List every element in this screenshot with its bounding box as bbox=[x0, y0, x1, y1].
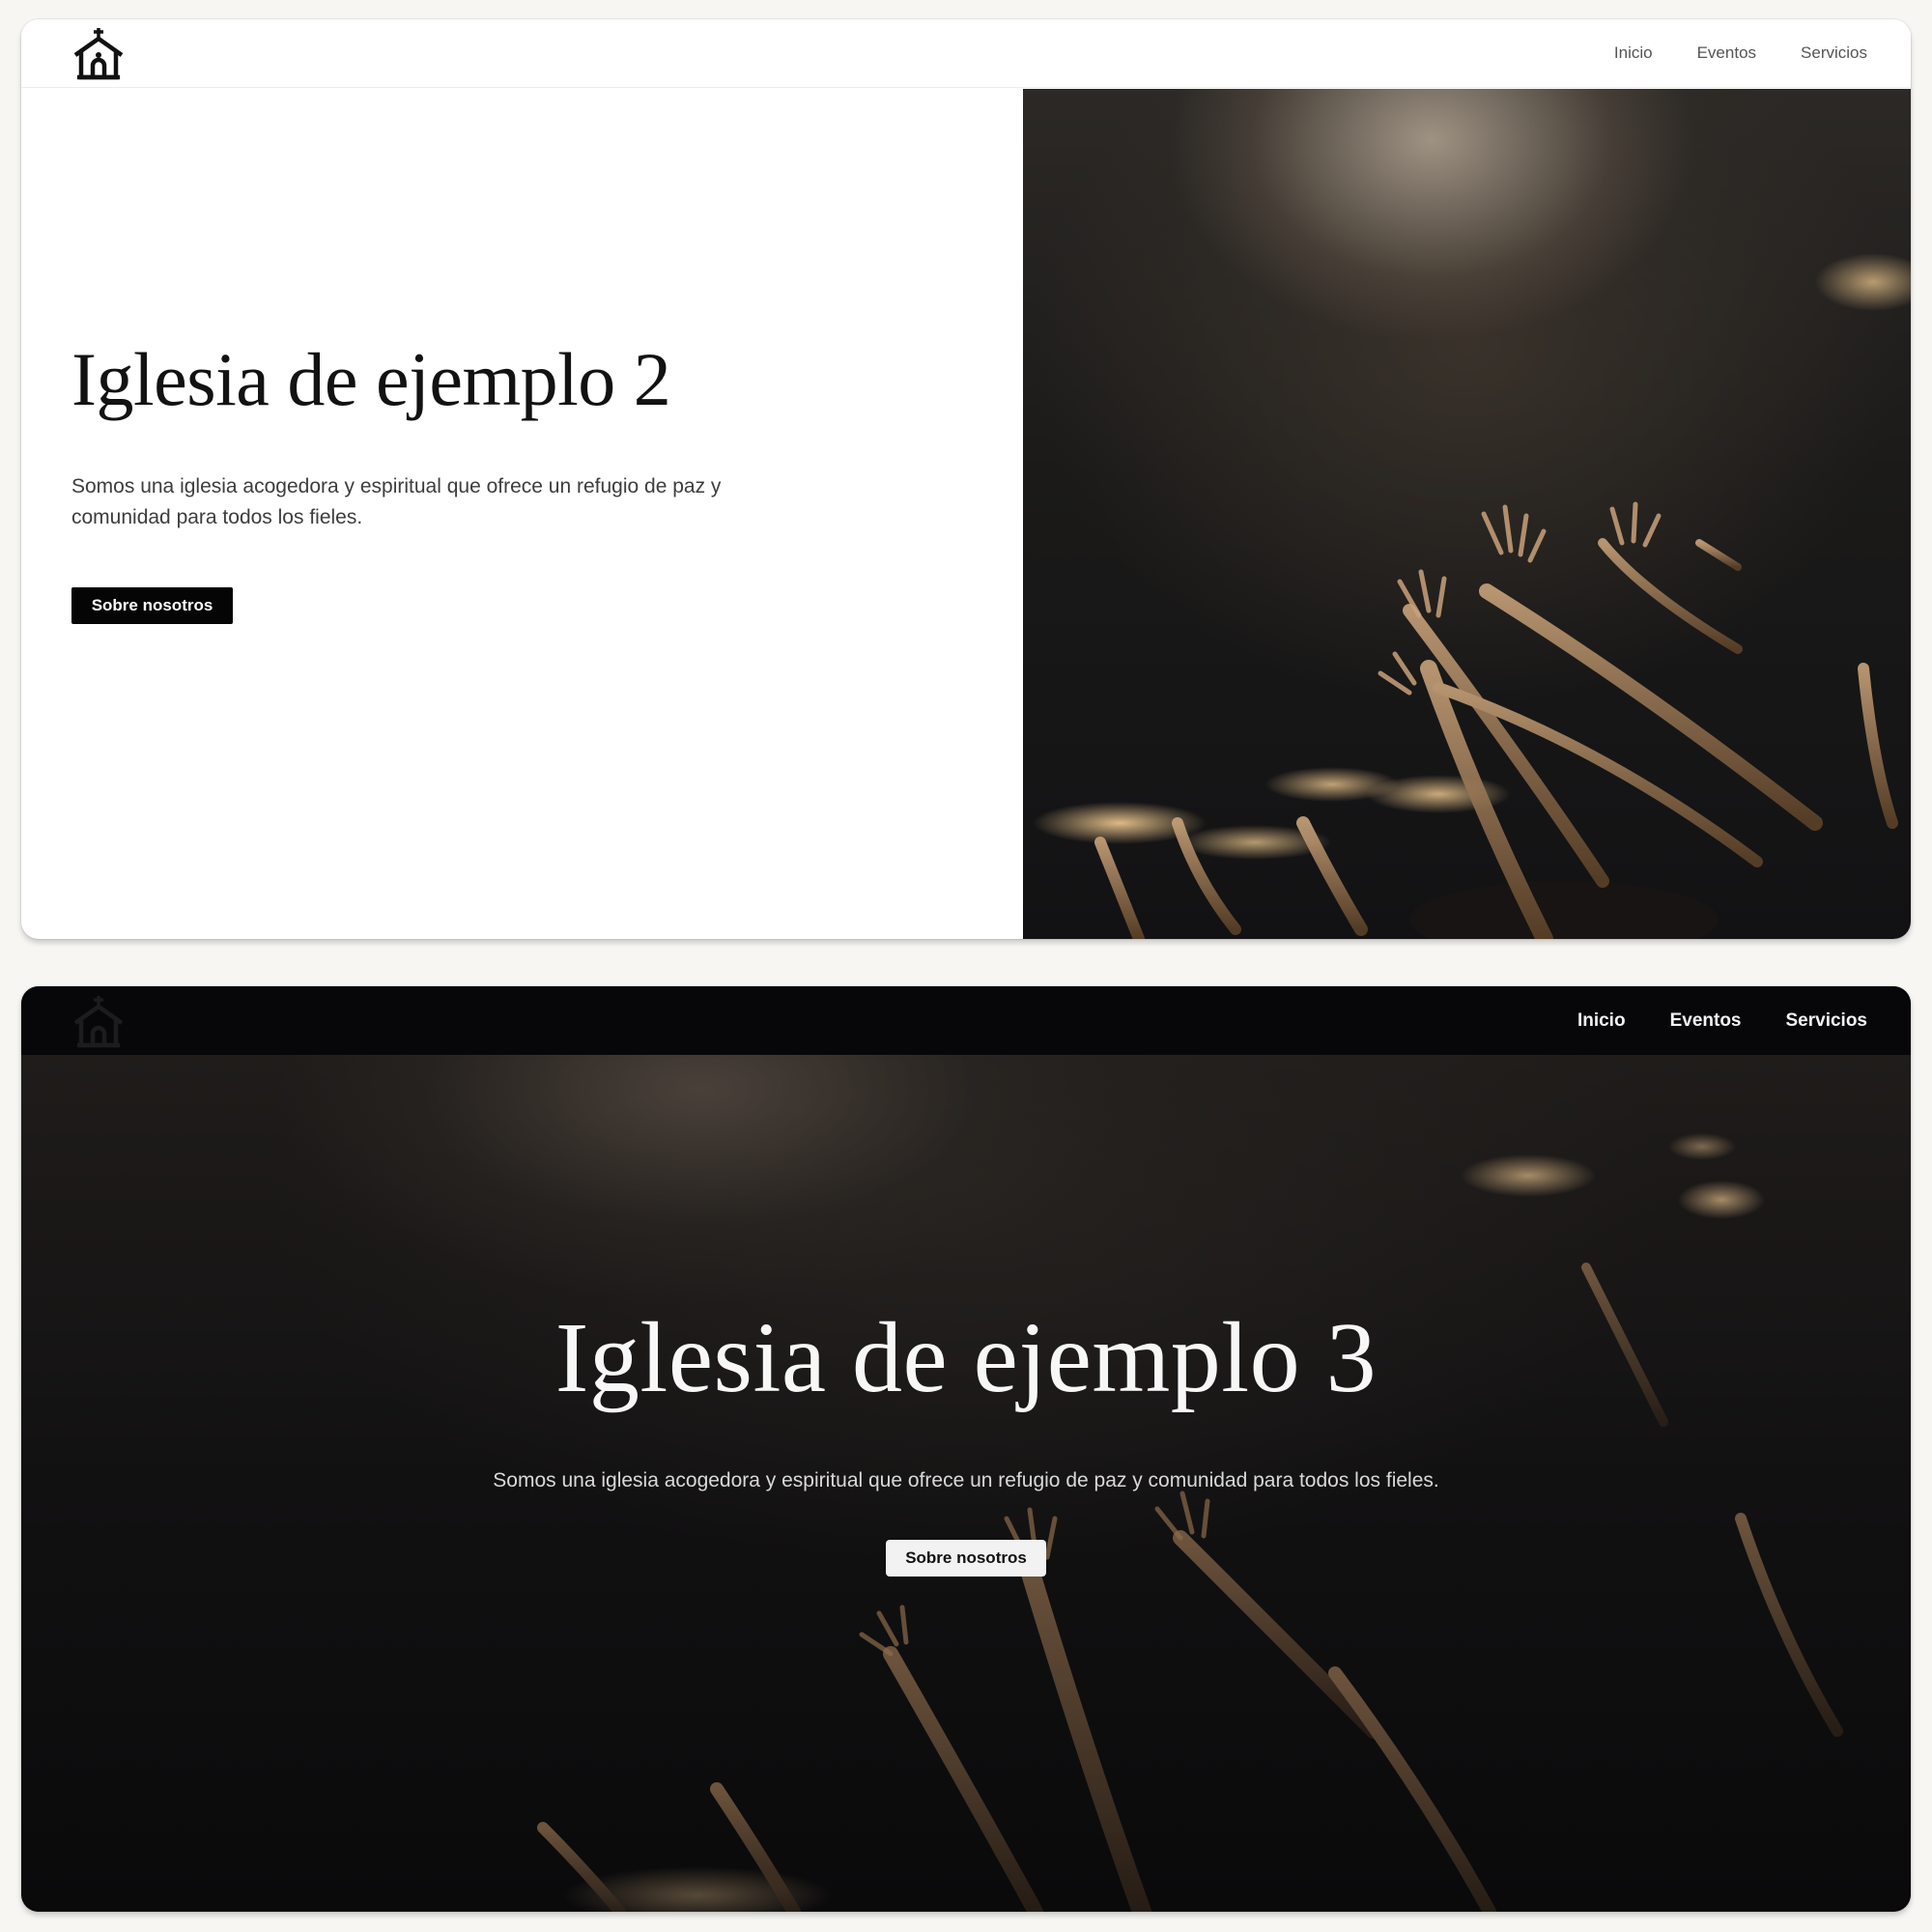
hero-title: Iglesia de ejemplo 2 bbox=[71, 337, 671, 421]
nav-links: Inicio Eventos Servicios bbox=[1577, 1010, 1867, 1032]
website-preview-light: Inicio Eventos Servicios Iglesia de ejem… bbox=[21, 19, 1911, 939]
hero-image-worship-crowd bbox=[1023, 89, 1911, 939]
navbar: Inicio Eventos Servicios bbox=[21, 986, 1911, 1055]
hero-description: Somos una iglesia acogedora y espiritual… bbox=[71, 474, 722, 528]
logo-home-link[interactable] bbox=[71, 994, 126, 1048]
navbar: Inicio Eventos Servicios bbox=[21, 19, 1911, 88]
about-us-button[interactable]: Sobre nosotros bbox=[886, 1540, 1046, 1577]
nav-link-servicios[interactable]: Servicios bbox=[1786, 1010, 1868, 1032]
nav-link-inicio[interactable]: Inicio bbox=[1614, 43, 1653, 63]
raised-hands-illustration bbox=[1033, 253, 1911, 939]
nav-link-servicios[interactable]: Servicios bbox=[1801, 43, 1867, 63]
hero-content: Iglesia de ejemplo 3 Somos una iglesia a… bbox=[21, 1305, 1911, 1577]
nav-link-eventos[interactable]: Eventos bbox=[1670, 1010, 1742, 1032]
website-preview-dark: Inicio Eventos Servicios Iglesia de ejem… bbox=[21, 986, 1911, 1912]
hero-description: Somos una iglesia acogedora y espiritual… bbox=[493, 1469, 1439, 1492]
hero-content: Iglesia de ejemplo 2 Somos una iglesia a… bbox=[71, 338, 844, 624]
nav-links: Inicio Eventos Servicios bbox=[1614, 43, 1867, 63]
logo-home-link[interactable] bbox=[71, 26, 126, 80]
nav-link-inicio[interactable]: Inicio bbox=[1577, 1010, 1626, 1032]
nav-link-eventos[interactable]: Eventos bbox=[1697, 43, 1756, 63]
church-icon bbox=[73, 28, 124, 80]
about-us-button[interactable]: Sobre nosotros bbox=[71, 586, 233, 624]
church-icon bbox=[73, 995, 124, 1047]
hero-title: Iglesia de ejemplo 3 bbox=[554, 1302, 1378, 1413]
